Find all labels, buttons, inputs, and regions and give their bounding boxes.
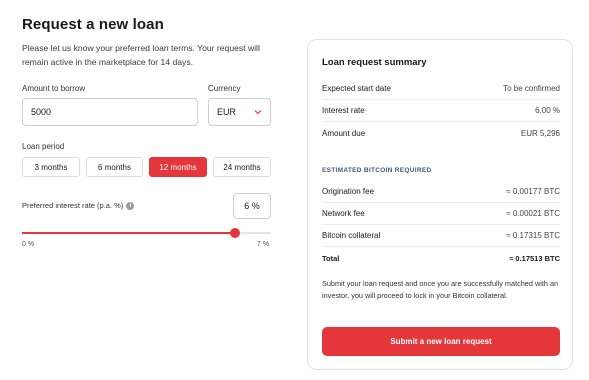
summary-note: Submit your loan request and once you ar… (322, 279, 559, 300)
slider-max-label: 7 % (257, 241, 270, 248)
total-label: Total (322, 253, 340, 263)
tab-6-months[interactable]: 6 months (86, 157, 143, 177)
tab-12-months[interactable]: 12 months (149, 157, 207, 177)
row-value: EUR 5,296 (520, 128, 560, 138)
row-label: Expected start date (322, 84, 391, 93)
btc-row-collateral: Bitcoin collateral ≈ 0.17315 BTC (322, 225, 560, 247)
row-value: 6.00 % (535, 106, 560, 115)
currency-select[interactable]: EUR (208, 98, 271, 126)
amount-input[interactable]: 5000 (22, 98, 198, 126)
period-label: Loan period (22, 142, 65, 151)
rate-label-group: Preferred interest rate (p.a. %) i (22, 201, 135, 210)
rate-slider[interactable] (22, 228, 271, 238)
slider-thumb[interactable] (230, 228, 240, 238)
tab-24-months[interactable]: 24 months (213, 157, 271, 177)
row-label: Amount due (322, 128, 366, 138)
summary-row-interest-rate: Interest rate 6.00 % (322, 100, 560, 122)
rate-value: 6 % (244, 201, 260, 211)
amount-label: Amount to borrow (22, 84, 86, 93)
row-value: ≈ 0.17315 BTC (506, 231, 560, 240)
row-value: To be confirmed (503, 84, 560, 93)
total-value: ≈ 0.17513 BTC (509, 253, 560, 263)
form-description: Please let us know your preferred loan t… (22, 43, 260, 67)
rate-input[interactable]: 6 % (233, 193, 271, 219)
row-label: Network fee (322, 209, 365, 218)
btc-row-origination-fee: Origination fee ≈ 0.00177 BTC (322, 181, 560, 203)
row-label: Bitcoin collateral (322, 231, 381, 240)
submit-loan-request-button[interactable]: Submit a new loan request (322, 327, 560, 356)
summary-row-amount-due: Amount due EUR 5,296 (322, 122, 560, 144)
loan-period-tabs: 3 months 6 months 12 months 24 months (22, 157, 271, 177)
btc-row-total: Total ≈ 0.17513 BTC (322, 247, 560, 269)
summary-title: Loan request summary (322, 57, 427, 68)
info-icon[interactable]: i (126, 201, 135, 210)
btc-section-title: ESTIMATED BITCOIN REQUIRED (322, 167, 432, 174)
chevron-down-icon (254, 107, 262, 117)
summary-row-start-date: Expected start date To be confirmed (322, 78, 560, 100)
row-value: ≈ 0.00021 BTC (506, 209, 560, 218)
currency-label: Currency (208, 84, 241, 93)
row-label: Origination fee (322, 187, 375, 196)
slider-fill (22, 232, 235, 234)
row-label: Interest rate (322, 106, 365, 115)
tab-3-months[interactable]: 3 months (22, 157, 80, 177)
amount-value: 5000 (31, 107, 52, 117)
row-value: ≈ 0.00177 BTC (506, 187, 560, 196)
page-title: Request a new loan (22, 16, 164, 33)
loan-summary-card: Loan request summary Expected start date… (307, 39, 573, 370)
currency-value: EUR (217, 107, 237, 117)
slider-min-label: 0 % (22, 241, 35, 248)
btc-row-network-fee: Network fee ≈ 0.00021 BTC (322, 203, 560, 225)
loan-form: Request a new loan Please let us know yo… (22, 16, 274, 69)
rate-label: Preferred interest rate (p.a. %) (22, 201, 124, 210)
